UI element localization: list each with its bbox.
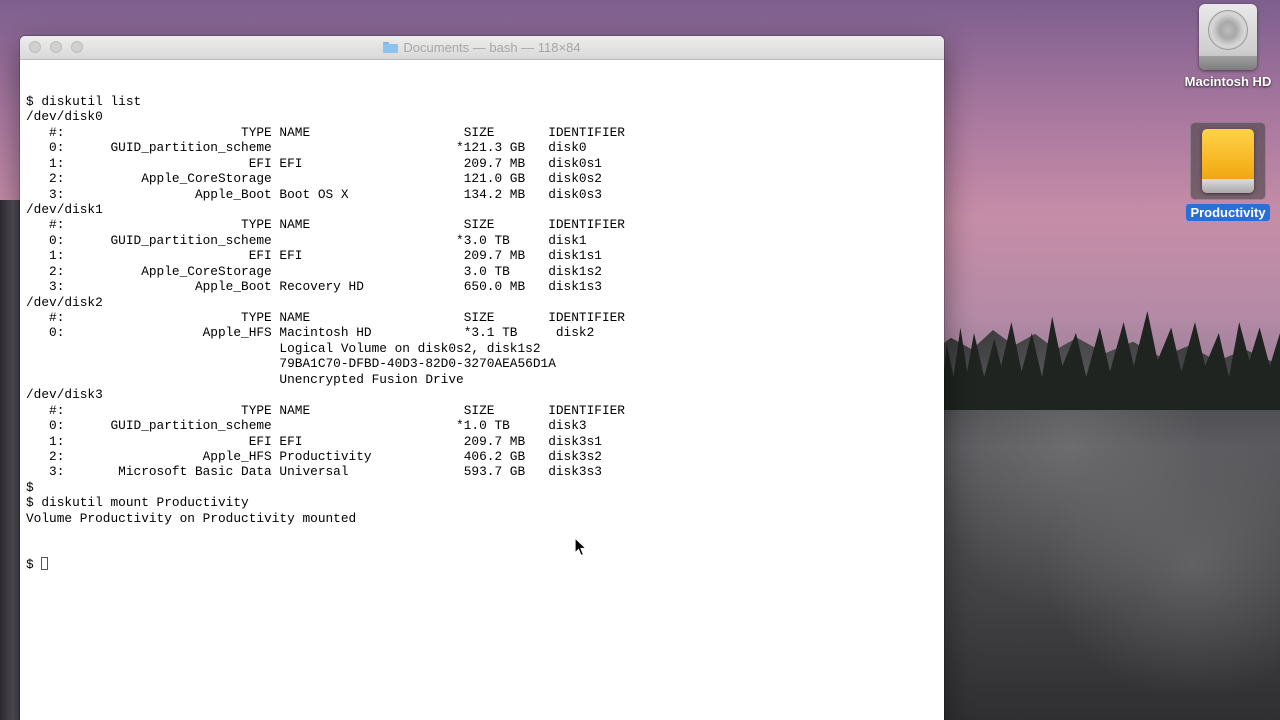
terminal-line: 0: GUID_partition_scheme *1.0 TB disk3 xyxy=(26,418,587,434)
terminal-line: 2: Apple_CoreStorage 121.0 GB disk0s2 xyxy=(26,171,602,187)
terminal-line: 0: GUID_partition_scheme *3.0 TB disk1 xyxy=(26,232,587,248)
prompt: $ xyxy=(26,557,42,573)
wallpaper-rock-left xyxy=(0,200,22,720)
terminal-line: 1: EFI EFI 209.7 MB disk1s1 xyxy=(26,248,602,264)
terminal-lines: $ diskutil list/dev/disk0 #: TYPE NAME S… xyxy=(26,94,944,526)
terminal-line: Unencrypted Fusion Drive xyxy=(26,371,464,387)
desktop-icon-label: Macintosh HD xyxy=(1184,74,1272,89)
folder-icon xyxy=(383,42,399,53)
terminal-line: #: TYPE NAME SIZE IDENTIFIER xyxy=(26,124,625,140)
terminal-line: 2: Apple_HFS Productivity 406.2 GB disk3… xyxy=(26,448,602,464)
external-drive-icon xyxy=(1202,129,1254,193)
desktop: Macintosh HD Productivity Documents — ba… xyxy=(0,0,1280,720)
title-bar[interactable]: Documents — bash — 118×84 xyxy=(20,36,944,60)
terminal-line: Volume Productivity on Productivity moun… xyxy=(26,510,357,526)
terminal-line: $ xyxy=(26,479,34,495)
terminal-line: $ diskutil list xyxy=(26,93,142,109)
terminal-line: 1: EFI EFI 209.7 MB disk0s1 xyxy=(26,155,602,171)
desktop-icon-productivity[interactable]: Productivity xyxy=(1180,122,1276,222)
desktop-icon-macintosh-hd[interactable]: Macintosh HD xyxy=(1176,4,1280,89)
icon-selection-highlight xyxy=(1190,122,1266,200)
terminal-line: 3: Microsoft Basic Data Universal 593.7 … xyxy=(26,464,602,480)
terminal-line: Logical Volume on disk0s2, disk1s2 xyxy=(26,340,541,356)
text-cursor xyxy=(41,557,49,571)
terminal-line: $ diskutil mount Productivity xyxy=(26,495,249,511)
desktop-icon-label: Productivity xyxy=(1186,204,1270,221)
window-title-text: Documents — bash — 118×84 xyxy=(403,40,581,55)
mouse-pointer-icon xyxy=(574,537,588,557)
terminal-line: 1: EFI EFI 209.7 MB disk3s1 xyxy=(26,433,602,449)
terminal-window[interactable]: Documents — bash — 118×84 $ diskutil lis… xyxy=(20,36,944,720)
terminal-line: 79BA1C70-DFBD-40D3-82D0-3270AEA56D1A xyxy=(26,356,556,372)
window-title: Documents — bash — 118×84 xyxy=(20,40,944,55)
terminal-line: 0: Apple_HFS Macintosh HD *3.1 TB disk2 xyxy=(26,325,595,341)
terminal-line: /dev/disk3 xyxy=(26,387,103,403)
terminal-line: /dev/disk2 xyxy=(26,294,103,310)
terminal-prompt-line[interactable]: $ xyxy=(26,557,944,572)
terminal-line: 0: GUID_partition_scheme *121.3 GB disk0 xyxy=(26,140,587,156)
terminal-line: /dev/disk1 xyxy=(26,201,103,217)
terminal-line: #: TYPE NAME SIZE IDENTIFIER xyxy=(26,217,625,233)
terminal-output[interactable]: $ diskutil list/dev/disk0 #: TYPE NAME S… xyxy=(26,63,944,720)
terminal-line: 3: Apple_Boot Recovery HD 650.0 MB disk1… xyxy=(26,279,602,295)
terminal-line: 3: Apple_Boot Boot OS X 134.2 MB disk0s3 xyxy=(26,186,602,202)
terminal-line: #: TYPE NAME SIZE IDENTIFIER xyxy=(26,402,625,418)
terminal-line: #: TYPE NAME SIZE IDENTIFIER xyxy=(26,310,625,326)
terminal-line: /dev/disk0 xyxy=(26,109,103,125)
terminal-line: 2: Apple_CoreStorage 3.0 TB disk1s2 xyxy=(26,263,602,279)
hard-drive-icon xyxy=(1199,4,1257,70)
